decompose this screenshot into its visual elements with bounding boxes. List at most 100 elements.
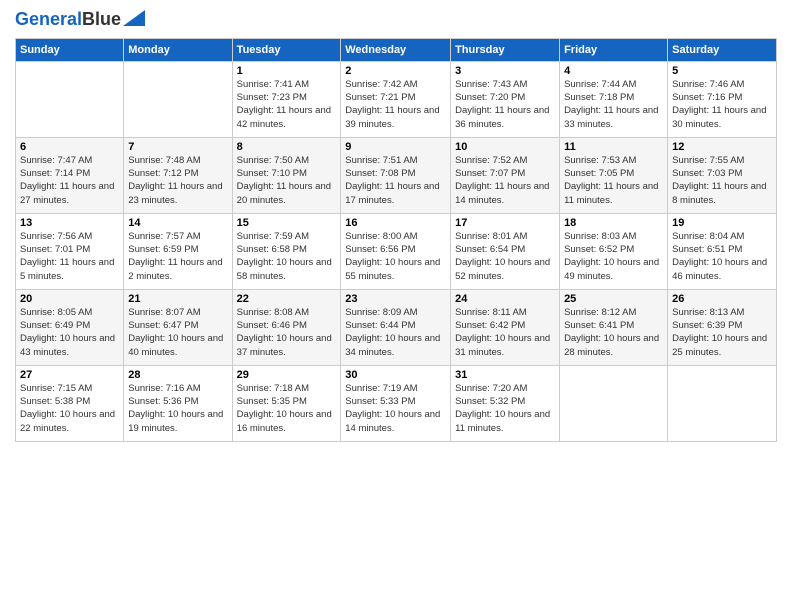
calendar-cell: 20Sunrise: 8:05 AMSunset: 6:49 PMDayligh… xyxy=(16,289,124,365)
calendar-cell: 5Sunrise: 7:46 AMSunset: 7:16 PMDaylight… xyxy=(668,61,777,137)
day-number: 19 xyxy=(672,217,772,229)
calendar-cell xyxy=(124,61,232,137)
day-info: Sunrise: 7:51 AMSunset: 7:08 PMDaylight:… xyxy=(345,154,446,207)
day-info: Sunrise: 7:18 AMSunset: 5:35 PMDaylight:… xyxy=(237,382,337,435)
column-header-friday: Friday xyxy=(560,38,668,61)
day-number: 28 xyxy=(128,369,227,381)
day-info: Sunrise: 7:52 AMSunset: 7:07 PMDaylight:… xyxy=(455,154,555,207)
calendar-cell xyxy=(668,365,777,441)
day-info: Sunrise: 8:01 AMSunset: 6:54 PMDaylight:… xyxy=(455,230,555,283)
column-header-monday: Monday xyxy=(124,38,232,61)
calendar-cell: 7Sunrise: 7:48 AMSunset: 7:12 PMDaylight… xyxy=(124,137,232,213)
day-number: 8 xyxy=(237,141,337,153)
day-info: Sunrise: 7:41 AMSunset: 7:23 PMDaylight:… xyxy=(237,78,337,131)
day-number: 3 xyxy=(455,65,555,77)
day-info: Sunrise: 8:11 AMSunset: 6:42 PMDaylight:… xyxy=(455,306,555,359)
day-info: Sunrise: 7:55 AMSunset: 7:03 PMDaylight:… xyxy=(672,154,772,207)
page: GeneralBlue SundayMondayTuesdayWednesday… xyxy=(0,0,792,612)
day-number: 7 xyxy=(128,141,227,153)
column-header-saturday: Saturday xyxy=(668,38,777,61)
calendar-cell: 28Sunrise: 7:16 AMSunset: 5:36 PMDayligh… xyxy=(124,365,232,441)
calendar-week-4: 20Sunrise: 8:05 AMSunset: 6:49 PMDayligh… xyxy=(16,289,777,365)
day-info: Sunrise: 8:03 AMSunset: 6:52 PMDaylight:… xyxy=(564,230,663,283)
day-info: Sunrise: 7:56 AMSunset: 7:01 PMDaylight:… xyxy=(20,230,119,283)
day-number: 26 xyxy=(672,293,772,305)
day-info: Sunrise: 8:13 AMSunset: 6:39 PMDaylight:… xyxy=(672,306,772,359)
day-info: Sunrise: 7:15 AMSunset: 5:38 PMDaylight:… xyxy=(20,382,119,435)
logo-text: GeneralBlue xyxy=(15,10,121,30)
column-header-sunday: Sunday xyxy=(16,38,124,61)
calendar-cell: 6Sunrise: 7:47 AMSunset: 7:14 PMDaylight… xyxy=(16,137,124,213)
column-header-thursday: Thursday xyxy=(451,38,560,61)
calendar-cell: 11Sunrise: 7:53 AMSunset: 7:05 PMDayligh… xyxy=(560,137,668,213)
day-number: 4 xyxy=(564,65,663,77)
day-number: 24 xyxy=(455,293,555,305)
day-number: 12 xyxy=(672,141,772,153)
day-info: Sunrise: 7:47 AMSunset: 7:14 PMDaylight:… xyxy=(20,154,119,207)
calendar-cell: 31Sunrise: 7:20 AMSunset: 5:32 PMDayligh… xyxy=(451,365,560,441)
day-info: Sunrise: 7:57 AMSunset: 6:59 PMDaylight:… xyxy=(128,230,227,283)
day-info: Sunrise: 8:04 AMSunset: 6:51 PMDaylight:… xyxy=(672,230,772,283)
day-number: 2 xyxy=(345,65,446,77)
calendar-cell: 30Sunrise: 7:19 AMSunset: 5:33 PMDayligh… xyxy=(341,365,451,441)
calendar-week-1: 1Sunrise: 7:41 AMSunset: 7:23 PMDaylight… xyxy=(16,61,777,137)
calendar-cell: 24Sunrise: 8:11 AMSunset: 6:42 PMDayligh… xyxy=(451,289,560,365)
day-info: Sunrise: 7:42 AMSunset: 7:21 PMDaylight:… xyxy=(345,78,446,131)
column-header-wednesday: Wednesday xyxy=(341,38,451,61)
day-number: 16 xyxy=(345,217,446,229)
calendar-cell: 19Sunrise: 8:04 AMSunset: 6:51 PMDayligh… xyxy=(668,213,777,289)
header: GeneralBlue xyxy=(15,10,777,30)
calendar-cell xyxy=(16,61,124,137)
day-number: 31 xyxy=(455,369,555,381)
day-number: 20 xyxy=(20,293,119,305)
calendar-cell: 8Sunrise: 7:50 AMSunset: 7:10 PMDaylight… xyxy=(232,137,341,213)
calendar: SundayMondayTuesdayWednesdayThursdayFrid… xyxy=(15,38,777,442)
logo: GeneralBlue xyxy=(15,10,145,30)
day-number: 17 xyxy=(455,217,555,229)
calendar-week-3: 13Sunrise: 7:56 AMSunset: 7:01 PMDayligh… xyxy=(16,213,777,289)
calendar-cell: 15Sunrise: 7:59 AMSunset: 6:58 PMDayligh… xyxy=(232,213,341,289)
calendar-cell: 17Sunrise: 8:01 AMSunset: 6:54 PMDayligh… xyxy=(451,213,560,289)
day-number: 10 xyxy=(455,141,555,153)
day-info: Sunrise: 8:00 AMSunset: 6:56 PMDaylight:… xyxy=(345,230,446,283)
calendar-cell: 23Sunrise: 8:09 AMSunset: 6:44 PMDayligh… xyxy=(341,289,451,365)
day-number: 11 xyxy=(564,141,663,153)
day-info: Sunrise: 8:09 AMSunset: 6:44 PMDaylight:… xyxy=(345,306,446,359)
day-number: 14 xyxy=(128,217,227,229)
day-info: Sunrise: 7:19 AMSunset: 5:33 PMDaylight:… xyxy=(345,382,446,435)
day-number: 29 xyxy=(237,369,337,381)
day-number: 25 xyxy=(564,293,663,305)
day-info: Sunrise: 8:12 AMSunset: 6:41 PMDaylight:… xyxy=(564,306,663,359)
calendar-cell: 4Sunrise: 7:44 AMSunset: 7:18 PMDaylight… xyxy=(560,61,668,137)
day-info: Sunrise: 7:20 AMSunset: 5:32 PMDaylight:… xyxy=(455,382,555,435)
day-number: 27 xyxy=(20,369,119,381)
day-number: 6 xyxy=(20,141,119,153)
day-number: 1 xyxy=(237,65,337,77)
calendar-cell xyxy=(560,365,668,441)
calendar-cell: 13Sunrise: 7:56 AMSunset: 7:01 PMDayligh… xyxy=(16,213,124,289)
day-info: Sunrise: 7:16 AMSunset: 5:36 PMDaylight:… xyxy=(128,382,227,435)
day-number: 18 xyxy=(564,217,663,229)
day-number: 22 xyxy=(237,293,337,305)
day-number: 5 xyxy=(672,65,772,77)
day-number: 9 xyxy=(345,141,446,153)
day-info: Sunrise: 8:07 AMSunset: 6:47 PMDaylight:… xyxy=(128,306,227,359)
calendar-cell: 29Sunrise: 7:18 AMSunset: 5:35 PMDayligh… xyxy=(232,365,341,441)
day-info: Sunrise: 7:44 AMSunset: 7:18 PMDaylight:… xyxy=(564,78,663,131)
calendar-cell: 27Sunrise: 7:15 AMSunset: 5:38 PMDayligh… xyxy=(16,365,124,441)
calendar-cell: 22Sunrise: 8:08 AMSunset: 6:46 PMDayligh… xyxy=(232,289,341,365)
day-info: Sunrise: 7:48 AMSunset: 7:12 PMDaylight:… xyxy=(128,154,227,207)
calendar-cell: 14Sunrise: 7:57 AMSunset: 6:59 PMDayligh… xyxy=(124,213,232,289)
day-info: Sunrise: 7:46 AMSunset: 7:16 PMDaylight:… xyxy=(672,78,772,131)
column-header-tuesday: Tuesday xyxy=(232,38,341,61)
day-info: Sunrise: 7:43 AMSunset: 7:20 PMDaylight:… xyxy=(455,78,555,131)
calendar-cell: 9Sunrise: 7:51 AMSunset: 7:08 PMDaylight… xyxy=(341,137,451,213)
day-info: Sunrise: 7:59 AMSunset: 6:58 PMDaylight:… xyxy=(237,230,337,283)
calendar-cell: 26Sunrise: 8:13 AMSunset: 6:39 PMDayligh… xyxy=(668,289,777,365)
day-number: 30 xyxy=(345,369,446,381)
calendar-week-2: 6Sunrise: 7:47 AMSunset: 7:14 PMDaylight… xyxy=(16,137,777,213)
day-info: Sunrise: 7:53 AMSunset: 7:05 PMDaylight:… xyxy=(564,154,663,207)
calendar-cell: 12Sunrise: 7:55 AMSunset: 7:03 PMDayligh… xyxy=(668,137,777,213)
calendar-header-row: SundayMondayTuesdayWednesdayThursdayFrid… xyxy=(16,38,777,61)
calendar-cell: 3Sunrise: 7:43 AMSunset: 7:20 PMDaylight… xyxy=(451,61,560,137)
